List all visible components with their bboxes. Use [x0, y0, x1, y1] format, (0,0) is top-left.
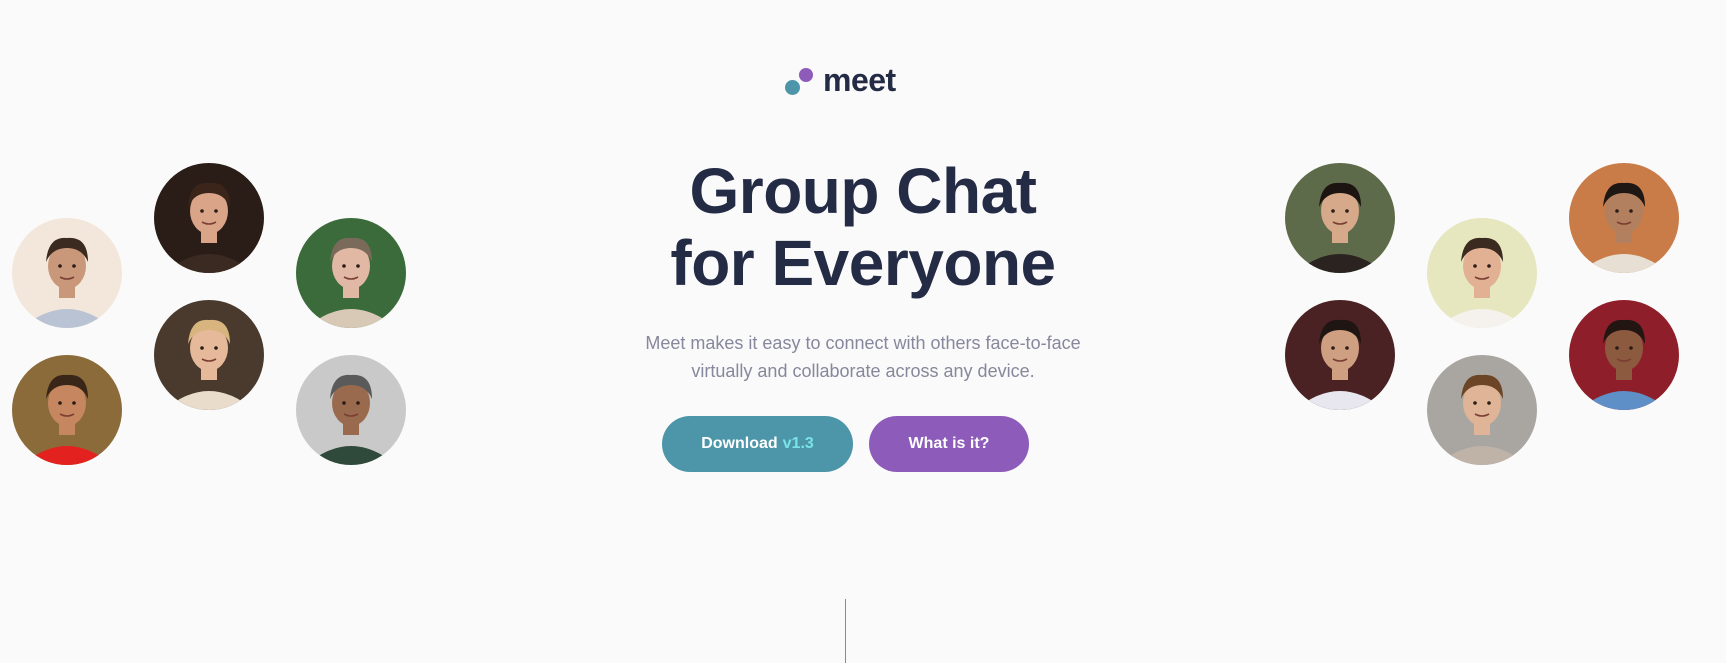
hero-description: Meet makes it easy to connect with other… [645, 333, 1081, 381]
avatar-right-6 [1569, 300, 1679, 410]
portrait-photo [154, 163, 264, 273]
portrait-photo [1285, 300, 1395, 410]
portrait-photo [296, 355, 406, 465]
section-divider [845, 599, 846, 663]
avatar-left-5 [154, 300, 264, 410]
logo-mark-icon [785, 65, 815, 97]
portrait-photo [1569, 300, 1679, 410]
portrait-photo [1427, 218, 1537, 328]
portrait-photo [12, 355, 122, 465]
portrait-photo [296, 218, 406, 328]
what-is-it-button[interactable]: What is it? [869, 416, 1029, 472]
avatar-left-6 [296, 355, 406, 465]
avatar-left-2 [154, 163, 264, 273]
landing-page: meet Group Chat for Everyone Meet makes … [0, 0, 1726, 663]
logo[interactable]: meet [785, 62, 896, 99]
download-label: Download [701, 435, 778, 452]
avatar-left-3 [296, 218, 406, 328]
avatar-right-5 [1427, 355, 1537, 465]
portrait-photo [1285, 163, 1395, 273]
avatar-right-2 [1427, 218, 1537, 328]
download-version: v1.3 [782, 435, 814, 452]
avatar-right-4 [1285, 300, 1395, 410]
logo-dot-teal [785, 79, 800, 95]
logo-text: meet [823, 62, 896, 98]
download-button[interactable]: Download v1.3 [662, 416, 853, 472]
avatar-left-4 [12, 355, 122, 465]
avatar-right-3 [1569, 163, 1679, 273]
portrait-photo [1427, 355, 1537, 465]
avatar-right-1 [1285, 163, 1395, 273]
avatar-left-1 [12, 218, 122, 328]
portrait-photo [1569, 163, 1679, 273]
portrait-photo [12, 218, 122, 328]
portrait-photo [154, 300, 264, 410]
logo-dot-purple [799, 67, 813, 82]
